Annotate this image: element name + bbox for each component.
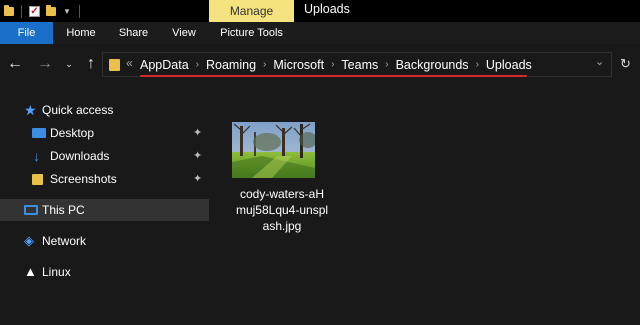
chevron-down-icon[interactable]: ⌄: [595, 55, 604, 68]
sidebar-item-linux[interactable]: ▲ Linux: [0, 261, 209, 283]
image-thumbnail: [232, 122, 315, 178]
navigation-pane: ★ Quick access Desktop ✦ ↓ Downloads ✦ S…: [0, 84, 209, 325]
chevron-right-icon[interactable]: ›: [263, 59, 266, 70]
sidebar-item-screenshots[interactable]: Screenshots ✦: [0, 168, 209, 190]
tab-view[interactable]: View: [164, 22, 204, 44]
customize-toolbar-icon[interactable]: ▾: [62, 6, 72, 16]
sidebar-item-network[interactable]: ◈ Network: [0, 230, 209, 252]
chevron-right-icon[interactable]: ›: [476, 59, 479, 70]
file-list: cody-waters-aH muj58Lqu4-unspl ash.jpg: [209, 84, 640, 325]
file-name: cody-waters-aH muj58Lqu4-unspl ash.jpg: [229, 186, 335, 234]
desktop-icon: [32, 128, 46, 138]
sidebar-item-label: Network: [42, 234, 87, 248]
tab-manage[interactable]: Manage: [209, 0, 294, 22]
file-name-line: ash.jpg: [262, 219, 302, 233]
breadcrumb-appdata[interactable]: AppData: [140, 58, 189, 72]
more-locations-icon[interactable]: «: [126, 56, 133, 70]
breadcrumb-teams[interactable]: Teams: [341, 58, 378, 72]
address-bar[interactable]: « AppData › Roaming › Microsoft › Teams …: [102, 52, 612, 77]
ribbon-tabs: File Home Share View Picture Tools: [0, 22, 640, 44]
file-name-line: muj58Lqu4-unspl: [235, 203, 329, 217]
divider: [21, 4, 22, 18]
sidebar-item-this-pc[interactable]: This PC: [0, 199, 209, 221]
quick-access-toolbar: ✓ ▾: [4, 2, 81, 20]
linux-icon: ▲: [24, 264, 37, 279]
breadcrumb-backgrounds[interactable]: Backgrounds: [396, 58, 469, 72]
navigation-bar: ← → ⌄ ↑ « AppData › Roaming › Microsoft …: [0, 44, 640, 84]
new-folder-icon[interactable]: [46, 4, 56, 16]
chevron-right-icon[interactable]: ›: [331, 59, 334, 70]
sidebar-item-label: Screenshots: [50, 172, 117, 186]
sidebar-item-label: Quick access: [42, 103, 114, 117]
recent-locations-button[interactable]: ⌄: [62, 54, 76, 74]
breadcrumb-roaming[interactable]: Roaming: [206, 58, 256, 72]
folder-icon: [109, 59, 120, 71]
chevron-right-icon[interactable]: ›: [385, 59, 388, 70]
park-photo-icon: [232, 122, 315, 178]
sidebar-item-label: This PC: [42, 203, 85, 217]
path-highlight-underline: [140, 75, 527, 77]
sidebar-item-downloads[interactable]: ↓ Downloads ✦: [0, 145, 209, 167]
sidebar-item-label: Downloads: [50, 149, 110, 163]
title-bar: ✓ ▾ Manage Uploads: [0, 0, 640, 22]
breadcrumb-microsoft[interactable]: Microsoft: [273, 58, 324, 72]
file-name-line: cody-waters-aH: [239, 187, 325, 201]
tab-home[interactable]: Home: [56, 22, 106, 44]
star-icon: ★: [24, 102, 37, 118]
network-icon: ◈: [24, 233, 34, 248]
back-button[interactable]: ←: [6, 54, 24, 74]
download-icon: ↓: [33, 148, 40, 164]
refresh-icon[interactable]: ↻: [620, 56, 631, 72]
sidebar-item-quick-access[interactable]: ★ Quick access: [0, 99, 209, 121]
window-title: Uploads: [304, 2, 350, 16]
pin-icon: ✦: [193, 127, 203, 139]
forward-button[interactable]: →: [36, 54, 54, 74]
tab-picture-tools[interactable]: Picture Tools: [209, 22, 294, 44]
tab-file[interactable]: File: [0, 22, 53, 44]
sidebar-item-label: Linux: [42, 265, 71, 279]
breadcrumb-uploads[interactable]: Uploads: [486, 58, 532, 72]
divider: [79, 4, 80, 18]
folder-icon: [32, 174, 43, 185]
pin-icon: ✦: [193, 173, 203, 185]
sidebar-item-desktop[interactable]: Desktop ✦: [0, 122, 209, 144]
breadcrumb: AppData › Roaming › Microsoft › Teams › …: [140, 53, 532, 76]
folder-icon[interactable]: [4, 4, 14, 16]
properties-icon[interactable]: ✓: [29, 5, 40, 17]
tab-share[interactable]: Share: [111, 22, 156, 44]
up-button[interactable]: ↑: [82, 54, 100, 74]
sidebar-item-label: Desktop: [50, 126, 95, 140]
chevron-right-icon[interactable]: ›: [196, 59, 199, 70]
pin-icon: ✦: [193, 150, 203, 162]
computer-icon: [24, 205, 38, 215]
